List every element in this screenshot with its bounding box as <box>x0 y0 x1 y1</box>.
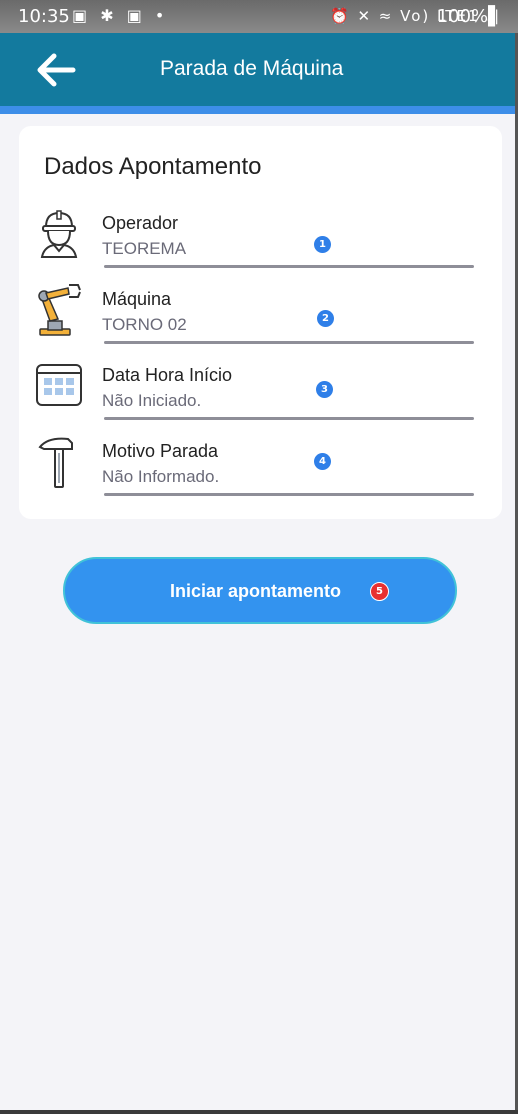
notification-icons: ▣ ✱ ▣ • <box>72 6 169 25</box>
page-title: Parada de Máquina <box>160 57 344 80</box>
operator-field[interactable]: Operador TEOREMA 1 <box>19 203 502 279</box>
stop-reason-value: Não Informado. <box>102 467 220 486</box>
start-appointment-button[interactable]: Iniciar apontamento 5 <box>63 557 457 624</box>
status-time: 10:35 <box>18 6 70 27</box>
worker-helmet-icon <box>40 210 78 258</box>
appointment-card: Dados Apontamento Operador TEOREMA 1 Máq… <box>19 126 502 519</box>
machine-label: Máquina <box>102 289 172 309</box>
operator-underline <box>104 265 474 268</box>
app-bar-stripe <box>0 106 518 114</box>
calendar-icon <box>36 364 82 406</box>
machine-underline <box>104 341 474 344</box>
start-datetime-underline <box>104 417 474 420</box>
operator-value: TEOREMA <box>102 239 187 258</box>
status-bar: 10:35 ▣ ✱ ▣ • ⏰ ✕ ≈ Vo) LTE1 .∣ 100%▌ <box>0 0 518 33</box>
robot-arm-icon <box>38 284 81 336</box>
start-appointment-label: Iniciar apontamento <box>170 581 342 601</box>
battery-level: 100%▌ <box>436 6 502 27</box>
stop-reason-underline <box>104 493 474 496</box>
button-badge: 5 <box>370 582 389 601</box>
card-title: Dados Apontamento <box>44 153 262 180</box>
field-badge: 2 <box>317 310 334 327</box>
start-datetime-value: Não Iniciado. <box>102 391 202 410</box>
stop-reason-field[interactable]: Motivo Parada Não Informado. 4 <box>19 431 502 507</box>
field-badge: 1 <box>314 236 331 253</box>
machine-field[interactable]: Máquina TORNO 02 2 <box>19 279 502 355</box>
arrow-left-icon <box>37 53 76 87</box>
machine-value: TORNO 02 <box>102 315 187 334</box>
field-badge: 4 <box>314 453 331 470</box>
hammer-icon <box>38 437 73 488</box>
start-datetime-field[interactable]: Data Hora Início Não Iniciado. 3 <box>19 355 502 431</box>
start-datetime-label: Data Hora Início <box>102 365 233 385</box>
field-badge: 3 <box>316 381 333 398</box>
app-bar: Parada de Máquina <box>0 33 518 106</box>
stop-reason-label: Motivo Parada <box>102 441 219 461</box>
screen-bottom-edge <box>0 1110 518 1114</box>
back-button[interactable] <box>30 47 82 93</box>
operator-label: Operador <box>102 213 179 233</box>
